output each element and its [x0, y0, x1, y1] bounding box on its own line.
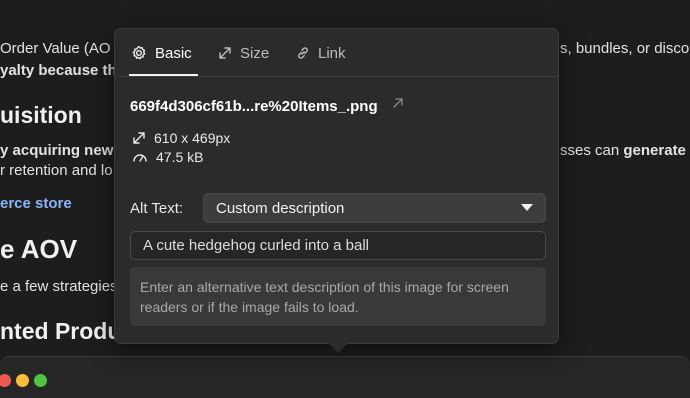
tab-basic[interactable]: Basic	[131, 29, 192, 77]
dimensions-value: 610 x 469px	[154, 130, 231, 146]
maximize-window-button[interactable]	[34, 374, 47, 387]
article-text-bold: generate	[623, 142, 686, 159]
alt-text-label: Alt Text:	[130, 200, 184, 217]
image-filename: 669f4d306cf61b...re%20Items_.png	[130, 98, 378, 115]
tab-bar: Basic Size Link	[115, 29, 558, 77]
close-window-button[interactable]	[0, 374, 11, 387]
article-line: y acquiring new	[0, 142, 114, 159]
chevron-down-icon	[521, 204, 533, 211]
image-settings-popover: Basic Size Link 669f4d306cf61b...re%20It…	[114, 28, 559, 344]
gear-icon	[132, 45, 146, 60]
article-line: Order Value (AO	[0, 40, 111, 57]
article-line: r retention and lo	[0, 162, 113, 179]
tab-label: Size	[240, 44, 270, 62]
alt-text-mode-value: Custom description	[216, 199, 345, 217]
alt-text-input[interactable]	[130, 231, 546, 260]
popover-caret	[327, 342, 349, 353]
active-tab-indicator	[129, 74, 198, 76]
article-line: sses can generate	[560, 142, 686, 159]
article-line: e a few strategies	[0, 278, 118, 295]
window-bar	[0, 356, 690, 398]
open-external-icon[interactable]	[392, 97, 404, 109]
resize-icon	[219, 47, 231, 59]
filesize-value: 47.5 kB	[156, 149, 204, 165]
article-line: s, bundles, or disco	[560, 40, 690, 57]
article-heading: uisition	[0, 102, 82, 128]
dimensions-icon	[133, 132, 145, 144]
tab-label: Link	[318, 44, 346, 62]
tab-link[interactable]: Link	[296, 29, 346, 77]
gauge-icon	[133, 154, 147, 162]
article-heading: e AOV	[0, 234, 78, 264]
article-link[interactable]: erce store	[0, 195, 72, 212]
tab-size[interactable]: Size	[218, 29, 269, 77]
article-text: sses can	[560, 142, 624, 159]
image-filesize: 47.5 kB	[132, 149, 203, 165]
alt-text-help: Enter an alternative text description of…	[130, 267, 546, 326]
tab-label: Basic	[155, 44, 192, 62]
link-icon	[298, 47, 308, 59]
alt-text-mode-select[interactable]: Custom description	[203, 193, 546, 223]
article-heading: nted Produ	[0, 318, 122, 344]
article-line: yalty because th	[0, 62, 117, 79]
image-dimensions: 610 x 469px	[132, 130, 230, 146]
minimize-window-button[interactable]	[16, 374, 29, 387]
